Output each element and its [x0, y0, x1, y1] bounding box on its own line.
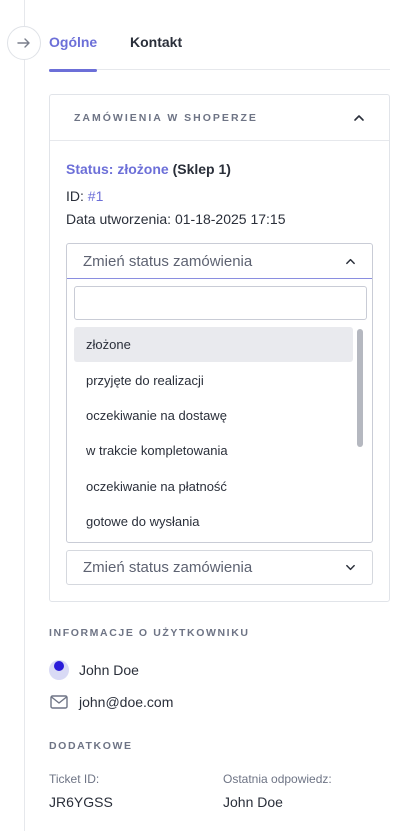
order-id: ID: #1 — [66, 188, 103, 204]
tab-contact[interactable]: Kontakt — [130, 34, 182, 70]
status-options-list: złożone przyjęte do realizacji oczekiwan… — [74, 327, 353, 539]
status-select-secondary[interactable]: Zmień status zamówienia — [66, 550, 373, 585]
order-date-label: Data utworzenia: — [66, 211, 172, 227]
chevron-up-icon[interactable] — [353, 112, 365, 124]
chevron-up-icon — [346, 258, 355, 264]
user-info-heading: INFORMACJE O UŻYTKOWNIKU — [49, 627, 250, 639]
status-option[interactable]: złożone — [74, 327, 353, 363]
status-option[interactable]: gotowe do wysłania — [74, 504, 353, 539]
user-email[interactable]: john@doe.com — [79, 694, 173, 710]
card-title: ZAMÓWIENIA W SHOPERZE — [74, 111, 258, 124]
status-option[interactable]: oczekiwanie na dostawę — [74, 398, 353, 433]
arrow-right-icon — [17, 38, 30, 48]
status-option[interactable]: oczekiwanie na płatność — [74, 469, 353, 504]
card-header[interactable]: ZAMÓWIENIA W SHOPERZE — [50, 95, 389, 141]
chevron-down-icon — [346, 564, 355, 571]
order-id-label: ID: — [66, 188, 84, 204]
order-status-value: Status: złożone — [66, 161, 169, 177]
options-scrollbar[interactable] — [356, 327, 364, 537]
avatar — [49, 660, 69, 680]
status-option[interactable]: przyjęte do realizacji — [74, 362, 353, 397]
order-status: Status: złożone (Sklep 1) — [66, 161, 231, 177]
status-select-placeholder: Zmień status zamówienia — [83, 252, 253, 270]
order-id-link[interactable]: #1 — [88, 188, 104, 204]
collapse-panel-button[interactable] — [7, 26, 41, 60]
user-name: John Doe — [79, 662, 139, 678]
additional-heading: DODATKOWE — [49, 740, 133, 752]
ticket-id-value: JR6YGSS — [49, 794, 113, 810]
status-select-toggle[interactable]: Zmień status zamówienia — [67, 244, 372, 279]
sidebar-rail — [24, 0, 25, 831]
last-reply-value: John Doe — [223, 794, 283, 810]
order-date: Data utworzenia: 01-18-2025 17:15 — [66, 211, 286, 227]
user-name-row: John Doe — [49, 659, 139, 681]
order-store: (Sklep 1) — [172, 161, 231, 177]
shoper-orders-card: ZAMÓWIENIA W SHOPERZE Status: złożone (S… — [49, 94, 390, 602]
ticket-id-label: Ticket ID: — [49, 772, 100, 786]
status-option[interactable]: w trakcie kompletowania — [74, 433, 353, 468]
tab-general[interactable]: Ogólne — [49, 34, 98, 72]
status-search-input[interactable] — [74, 286, 367, 320]
status-select-dropdown: Zmień status zamówienia złożone przyjęte… — [66, 243, 373, 543]
order-date-value: 01-18-2025 17:15 — [174, 211, 286, 227]
scrollbar-thumb[interactable] — [357, 329, 363, 447]
secondary-select-placeholder: Zmień status zamówienia — [83, 559, 253, 576]
mail-icon — [49, 692, 69, 712]
user-email-row: john@doe.com — [49, 691, 173, 713]
tab-bar: Ogólne Kontakt — [49, 34, 390, 72]
last-reply-label: Ostatnia odpowiedz: — [223, 772, 332, 786]
